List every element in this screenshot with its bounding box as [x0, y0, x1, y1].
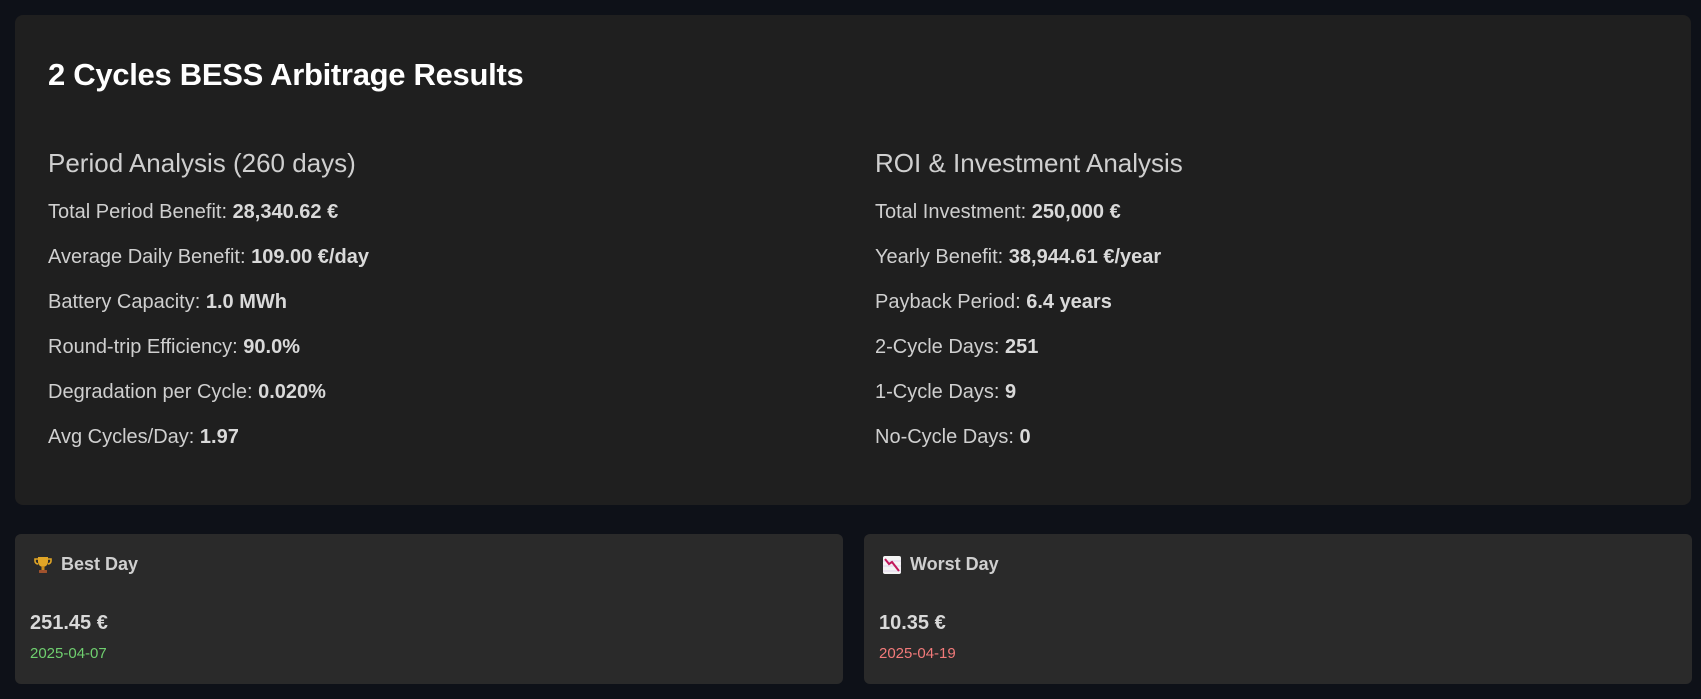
- worst-day-label: Worst Day: [910, 554, 999, 574]
- best-day-date: 2025-04-07: [30, 645, 107, 662]
- roi-analysis-section: ROI & Investment Analysis Total Investme…: [875, 148, 1183, 470]
- stat-payback-period: Payback Period: 6.4 years: [875, 291, 1112, 313]
- stat-total-investment: Total Investment: 250,000 €: [875, 201, 1121, 223]
- trophy-icon: [33, 555, 53, 575]
- stat-round-trip-efficiency: Round-trip Efficiency: 90.0%: [48, 336, 300, 358]
- period-analysis-heading: Period Analysis (260 days): [48, 148, 356, 178]
- worst-day-header: Worst Day: [882, 554, 999, 575]
- worst-day-value: 10.35 €: [879, 612, 946, 634]
- stat-average-daily-benefit: Average Daily Benefit: 109.00 €/day: [48, 246, 369, 268]
- stat-yearly-benefit: Yearly Benefit: 38,944.61 €/year: [875, 246, 1162, 268]
- best-day-value: 251.45 €: [30, 612, 108, 634]
- stat-no-cycle-days: No-Cycle Days: 0: [875, 426, 1031, 448]
- stat-two-cycle-days: 2-Cycle Days: 251: [875, 336, 1039, 358]
- stat-one-cycle-days: 1-Cycle Days: 9: [875, 381, 1017, 403]
- stat-degradation-per-cycle: Degradation per Cycle: 0.020%: [48, 381, 326, 403]
- stat-total-period-benefit: Total Period Benefit: 28,340.62 €: [48, 201, 339, 223]
- roi-analysis-heading: ROI & Investment Analysis: [875, 148, 1183, 178]
- best-day-card: Best Day 251.45 € 2025-04-07: [15, 534, 843, 684]
- page-title: 2 Cycles BESS Arbitrage Results: [48, 57, 524, 92]
- best-day-header: Best Day: [33, 554, 138, 575]
- period-analysis-section: Period Analysis (260 days) Total Period …: [48, 148, 369, 470]
- stat-avg-cycles-per-day: Avg Cycles/Day: 1.97: [48, 426, 239, 448]
- worst-day-date: 2025-04-19: [879, 645, 956, 662]
- results-panel: 2 Cycles BESS Arbitrage Results Period A…: [15, 15, 1691, 505]
- chart-decreasing-icon: [882, 555, 902, 575]
- best-day-label: Best Day: [61, 554, 139, 574]
- worst-day-card: Worst Day 10.35 € 2025-04-19: [864, 534, 1692, 684]
- stat-battery-capacity: Battery Capacity: 1.0 MWh: [48, 291, 287, 313]
